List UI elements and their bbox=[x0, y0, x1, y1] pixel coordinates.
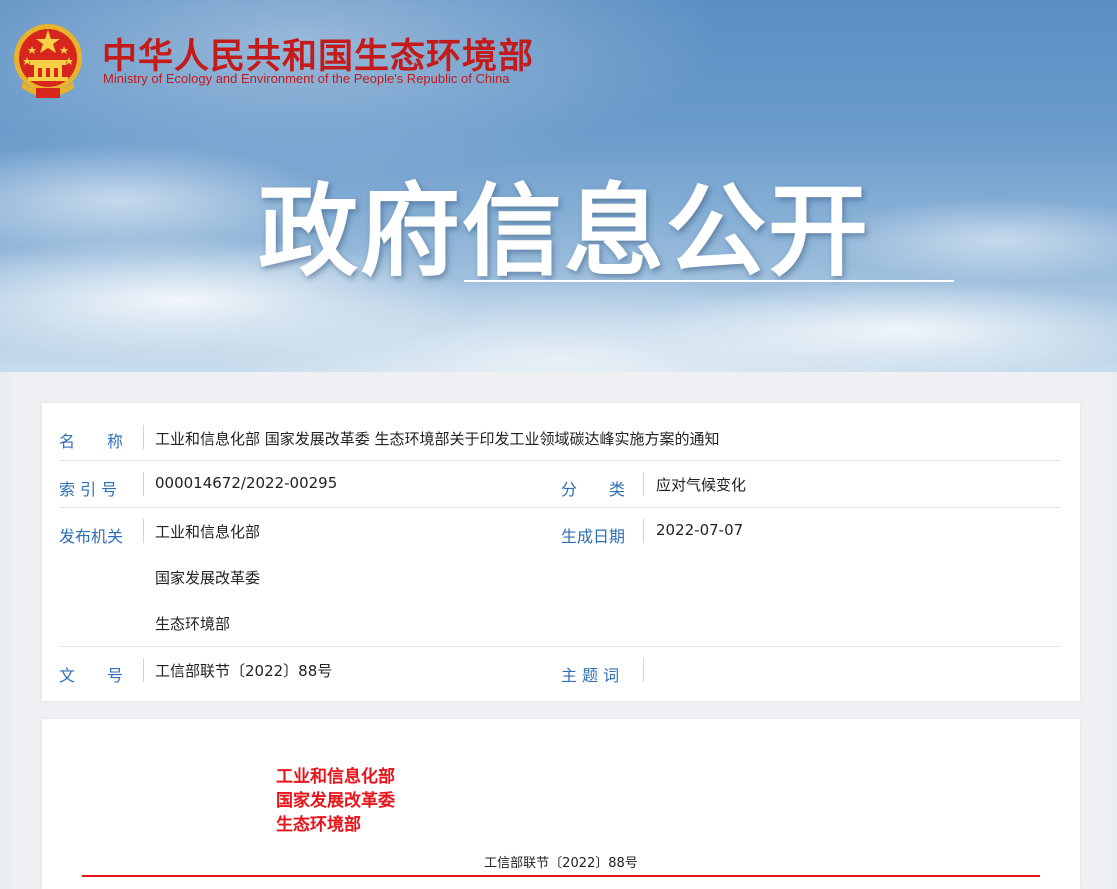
index-value: 000014672/2022-00295 bbox=[155, 474, 338, 492]
page-banner: 中华人民共和国生态环境部 Ministry of Ecology and Env… bbox=[0, 0, 1117, 372]
divider bbox=[143, 658, 144, 682]
red-header-line bbox=[82, 875, 1040, 877]
name-value: 工业和信息化部 国家发展改革委 生态环境部关于印发工业领域碳达峰实施方案的通知 bbox=[155, 430, 720, 448]
site-title-en[interactable]: Ministry of Ecology and Environment of t… bbox=[103, 71, 509, 86]
doc-issuer-1: 工业和信息化部 bbox=[276, 767, 395, 787]
divider bbox=[143, 472, 144, 496]
name-label: 名 称 bbox=[59, 432, 124, 451]
divider bbox=[643, 472, 644, 496]
issuer-value-1: 工业和信息化部 bbox=[155, 523, 261, 541]
meta-row-issuer: 发布机关 工业和信息化部 国家发展改革委 生态环境部 生成日期 2022-07-… bbox=[59, 507, 1061, 647]
meta-row-name: 名 称 工业和信息化部 国家发展改革委 生态环境部关于印发工业领域碳达峰实施方案… bbox=[59, 413, 1061, 461]
meta-row-index: 索 引 号 000014672/2022-00295 分 类 应对气候变化 bbox=[59, 460, 1061, 508]
banner-title: 政府信息公开 bbox=[258, 173, 870, 290]
doc-issuer-2: 国家发展改革委 bbox=[276, 791, 395, 811]
date-value: 2022-07-07 bbox=[656, 521, 744, 539]
document-metadata-card: 名 称 工业和信息化部 国家发展改革委 生态环境部关于印发工业领域碳达峰实施方案… bbox=[42, 403, 1080, 701]
divider bbox=[143, 425, 144, 449]
date-label: 生成日期 bbox=[561, 527, 626, 546]
category-value: 应对气候变化 bbox=[656, 476, 747, 494]
index-label: 索 引 号 bbox=[59, 480, 118, 499]
issuer-label: 发布机关 bbox=[59, 527, 124, 546]
divider bbox=[643, 519, 644, 543]
meta-row-docno: 文 号 工信部联节〔2022〕88号 主 题 词 bbox=[59, 646, 1061, 693]
divider bbox=[143, 519, 144, 543]
docno-label: 文 号 bbox=[59, 666, 124, 685]
issuer-value-2: 国家发展改革委 bbox=[155, 569, 261, 587]
category-label: 分 类 bbox=[561, 480, 626, 499]
banner-underline bbox=[464, 280, 954, 282]
docno-value: 工信部联节〔2022〕88号 bbox=[155, 662, 333, 680]
doc-issuer-3: 生态环境部 bbox=[276, 815, 361, 835]
doc-number: 工信部联节〔2022〕88号 bbox=[484, 856, 638, 871]
national-emblem-icon[interactable] bbox=[12, 22, 84, 100]
issuer-value-3: 生态环境部 bbox=[155, 615, 231, 633]
divider bbox=[643, 658, 644, 682]
document-body-card: 工业和信息化部 国家发展改革委 生态环境部 工信部联节〔2022〕88号 bbox=[42, 719, 1080, 889]
keywords-label: 主 题 词 bbox=[561, 666, 620, 685]
